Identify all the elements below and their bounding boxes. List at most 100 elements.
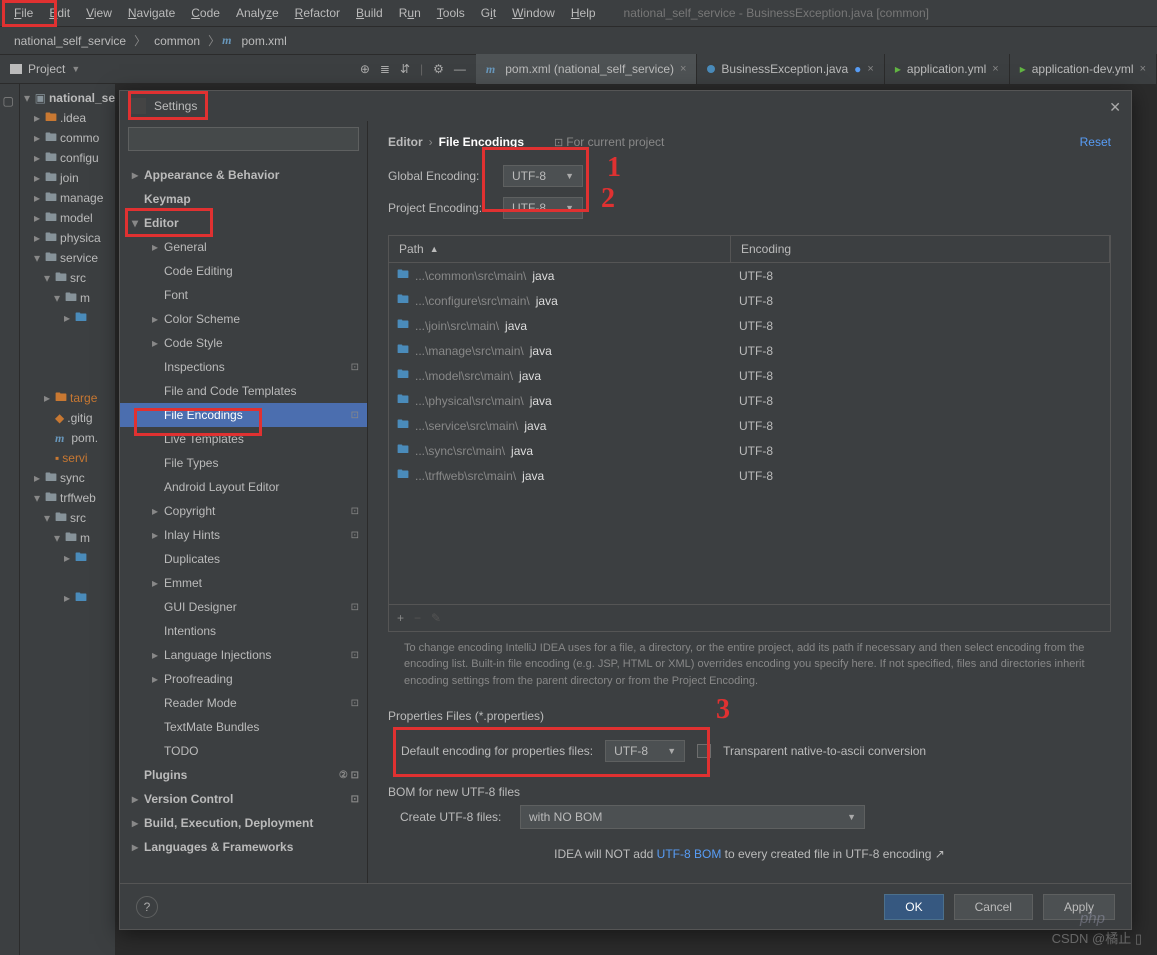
default-props-encoding-combo[interactable]: UTF-8 ▼ (605, 740, 685, 762)
bc-file-encodings: File Encodings (439, 135, 524, 149)
menu-edit[interactable]: Edit (41, 3, 78, 23)
dialog-titlebar: Settings ✕ (120, 91, 1131, 121)
menu-analyze[interactable]: Analyze (228, 3, 287, 23)
bc-editor[interactable]: Editor (388, 135, 423, 149)
sort-asc-icon: ▲ (430, 244, 439, 254)
close-icon[interactable]: × (680, 63, 686, 75)
structure-icon[interactable]: ▢ (3, 94, 17, 108)
add-icon[interactable]: + (397, 611, 404, 625)
global-encoding-combo[interactable]: UTF-8 ▼ (503, 165, 583, 187)
settings-search-input[interactable] (128, 127, 359, 151)
menu-file[interactable]: File (6, 3, 41, 23)
left-tool-strip: ▢ (0, 84, 20, 955)
menu-navigate[interactable]: Navigate (120, 3, 183, 23)
collapse-icon[interactable]: ⇵ (400, 62, 410, 76)
menu-tools[interactable]: Tools (429, 3, 473, 23)
menu-bar: File Edit View Navigate Code Analyze Ref… (0, 0, 1157, 26)
project-icon (10, 64, 22, 74)
bc-file[interactable]: pom.xml (235, 32, 292, 50)
settings-dialog: Settings ✕ ▸Appearance & BehaviorKeymap▾… (119, 90, 1132, 930)
transparent-checkbox[interactable] (697, 744, 711, 758)
properties-section-label: Properties Files (*.properties) (388, 697, 1111, 729)
tab-business-exception[interactable]: BusinessException.java ● × (697, 54, 884, 84)
project-tree[interactable]: ▾▣national_se▸🖿.idea▸🖿commo▸🖿configu▸🖿jo… (20, 84, 115, 955)
bom-section-label: BOM for new UTF-8 files (388, 773, 1111, 805)
yml-icon: ▸ (895, 62, 901, 76)
menu-help[interactable]: Help (563, 3, 604, 23)
editor-tabs: m pom.xml (national_self_service) × Busi… (476, 54, 1157, 84)
help-button[interactable]: ? (136, 896, 158, 918)
reset-link[interactable]: Reset (1080, 135, 1111, 149)
tab-application-yml[interactable]: ▸ application.yml × (885, 54, 1010, 84)
bom-note: IDEA will NOT add UTF-8 BOM to every cre… (388, 839, 1111, 869)
settings-tree: ▸Appearance & BehaviorKeymap▾Editor▸Gene… (120, 121, 368, 883)
th-encoding[interactable]: Encoding (731, 236, 1110, 262)
dropdown-arrow-icon: ▼ (71, 64, 80, 74)
minimize-icon[interactable]: — (454, 62, 466, 76)
java-icon (707, 65, 715, 73)
menu-git[interactable]: Git (473, 3, 504, 23)
chevron-down-icon: ▼ (847, 812, 856, 822)
chevron-down-icon: ▼ (565, 203, 574, 213)
bc-module[interactable]: common (148, 32, 206, 50)
close-icon[interactable]: × (992, 63, 998, 75)
chevron-down-icon: ▼ (667, 746, 676, 756)
watermark-php: php (1080, 910, 1105, 927)
for-current-project-label: ⊡ For current project (554, 135, 664, 149)
remove-icon[interactable]: − (414, 611, 421, 625)
cancel-button[interactable]: Cancel (954, 894, 1033, 920)
maven-icon: m (222, 33, 231, 48)
project-label: Project (28, 62, 65, 76)
menu-run[interactable]: Run (391, 3, 429, 23)
close-icon[interactable]: ✕ (1109, 99, 1121, 116)
ok-button[interactable]: OK (884, 894, 943, 920)
combo-value: UTF-8 (512, 169, 546, 183)
breadcrumb-bar: national_self_service 〉 common 〉 m pom.x… (0, 26, 1157, 54)
create-utf8-combo[interactable]: with NO BOM ▼ (520, 805, 865, 829)
target-icon[interactable]: ⊕ (360, 62, 370, 76)
menu-code[interactable]: Code (183, 3, 228, 23)
transparent-label: Transparent native-to-ascii conversion (723, 744, 926, 758)
dialog-title-text: Settings (154, 99, 197, 113)
tab-pom[interactable]: m pom.xml (national_self_service) × (476, 54, 698, 84)
settings-tree-list[interactable]: ▸Appearance & BehaviorKeymap▾Editor▸Gene… (120, 157, 367, 883)
modified-icon: ● (854, 62, 861, 76)
tab-application-dev-yml[interactable]: ▸ application-dev.yml × (1010, 54, 1157, 84)
menu-refactor[interactable]: Refactor (287, 3, 348, 23)
tab-label: application-dev.yml (1032, 62, 1134, 76)
default-props-encoding-label: Default encoding for properties files: (401, 744, 593, 758)
encoding-help-text: To change encoding IntelliJ IDEA uses fo… (388, 632, 1111, 698)
toolbar-row: Project ▼ ⊕ ≣ ⇵ | ⚙ — m pom.xml (nationa… (0, 54, 1157, 84)
table-toolbar: + − ✎ (389, 604, 1110, 631)
combo-value: UTF-8 (512, 201, 546, 215)
watermark-csdn: CSDN @橘止 ▯ (1052, 928, 1142, 947)
bc-root[interactable]: national_self_service (8, 32, 132, 50)
expand-icon[interactable]: ≣ (380, 62, 390, 76)
project-encoding-combo[interactable]: UTF-8 ▼ (503, 197, 583, 219)
utf8-bom-link[interactable]: UTF-8 BOM (657, 847, 722, 861)
tab-label: BusinessException.java (721, 62, 848, 76)
close-icon[interactable]: × (1140, 63, 1146, 75)
project-tool-button[interactable]: Project ▼ (0, 58, 90, 80)
menu-window[interactable]: Window (504, 3, 563, 23)
encoding-table: Path▲ Encoding 🖿...\common\src\main\java… (388, 235, 1111, 632)
tab-label: pom.xml (national_self_service) (505, 62, 674, 76)
project-encoding-label: Project Encoding: (388, 201, 503, 215)
maven-icon: m (486, 62, 495, 77)
create-utf8-label: Create UTF-8 files: (400, 810, 520, 824)
chevron-down-icon: ▼ (565, 171, 574, 181)
tab-label: application.yml (907, 62, 986, 76)
dialog-footer: ? OK Cancel Apply (120, 883, 1131, 929)
global-encoding-label: Global Encoding: (388, 169, 503, 183)
yml-icon: ▸ (1020, 62, 1026, 76)
menu-view[interactable]: View (78, 3, 120, 23)
settings-content: Editor › File Encodings ⊡ For current pr… (368, 121, 1131, 883)
window-title: national_self_service - BusinessExceptio… (624, 6, 929, 20)
edit-icon[interactable]: ✎ (431, 611, 441, 625)
gear-icon[interactable]: ⚙ (433, 62, 444, 76)
close-icon[interactable]: × (867, 63, 873, 75)
project-toolbar-icons: ⊕ ≣ ⇵ | ⚙ — (350, 62, 476, 76)
idea-icon (130, 98, 146, 114)
th-path[interactable]: Path▲ (389, 236, 731, 262)
menu-build[interactable]: Build (348, 3, 391, 23)
